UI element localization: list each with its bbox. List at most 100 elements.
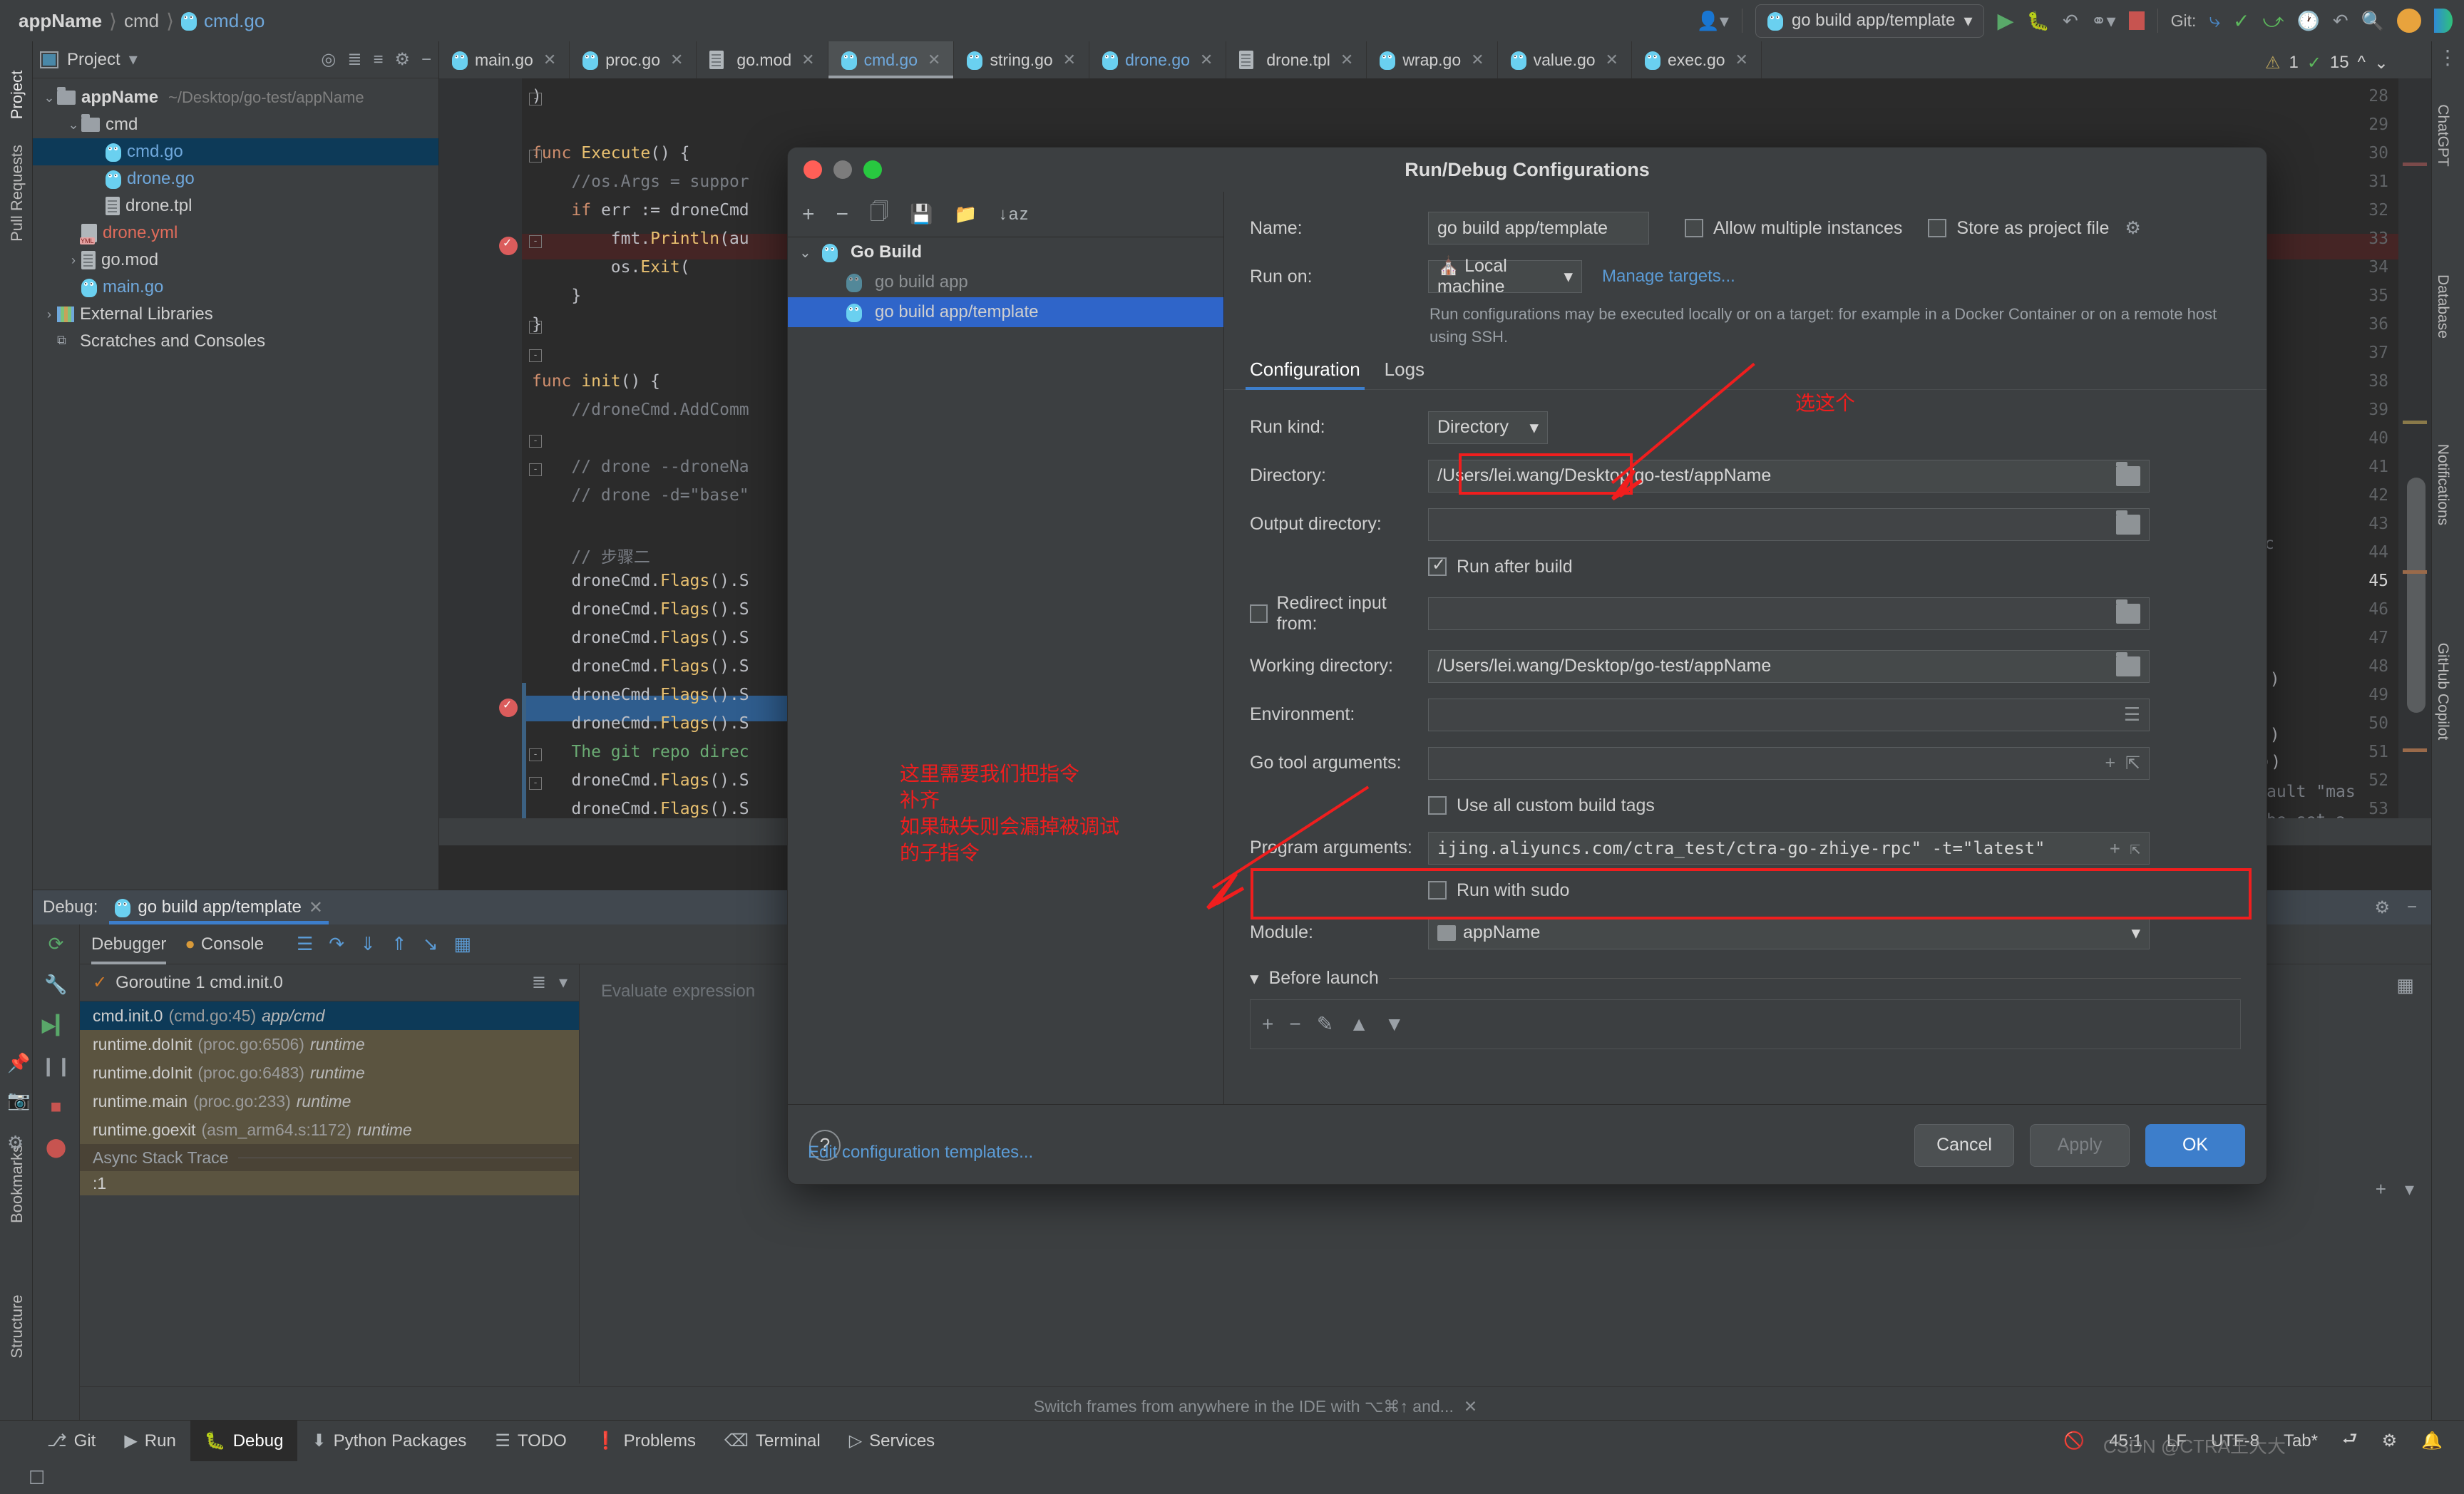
settings-wrench-icon[interactable]: 🔧 xyxy=(44,974,67,996)
rollback-icon[interactable]: ↶ xyxy=(2333,10,2348,32)
tree-item[interactable]: cmd.go xyxy=(33,138,438,165)
program-arguments-input[interactable]: ijing.aliyuncs.com/ctra_test/ctra-go-zhi… xyxy=(1428,831,2150,865)
evaluate-icon[interactable]: ▦ xyxy=(453,933,471,955)
insert-macro-icon[interactable]: + xyxy=(2110,838,2120,858)
tab-configuration[interactable]: Configuration xyxy=(1246,359,1365,390)
sidebar-item-github-copilot[interactable]: GitHub Copilot xyxy=(2434,627,2451,756)
bottom-tab-git[interactable]: ⎇ Git xyxy=(33,1421,110,1462)
editor-tab-cmd-go[interactable]: cmd.go ✕ xyxy=(828,41,955,78)
more-options-icon[interactable]: ⋮ xyxy=(2438,46,2458,69)
step-over-icon[interactable]: ↷ xyxy=(329,933,344,955)
redirect-input-checkbox[interactable]: Redirect input from: xyxy=(1250,593,1428,634)
run-config-item[interactable]: go build app/template xyxy=(788,297,1223,327)
close-icon[interactable]: ✕ xyxy=(309,897,323,918)
stop-icon[interactable]: ■ xyxy=(51,1096,62,1118)
edit-configuration-templates-link[interactable]: Edit configuration templates... xyxy=(808,1143,1033,1163)
edit-icon[interactable]: ✎ xyxy=(1317,1012,1333,1036)
folder-add-icon[interactable]: 📁 xyxy=(954,203,977,225)
store-as-project-file-checkbox[interactable]: Store as project file ⚙ xyxy=(1928,217,2141,239)
debug-icon[interactable]: 🐛 xyxy=(2027,10,2050,32)
fold-marker[interactable]: - xyxy=(529,93,542,105)
gear-icon[interactable]: ⚙ xyxy=(7,1132,24,1154)
editor-gutter[interactable] xyxy=(439,78,522,845)
next-problem-icon[interactable]: ⌄ xyxy=(2374,53,2388,73)
rerun-icon[interactable]: ↶ xyxy=(2063,10,2078,32)
gear-icon[interactable]: ⚙ xyxy=(2374,897,2390,918)
tree-item[interactable]: drone.go xyxy=(33,165,438,192)
close-icon[interactable]: ✕ xyxy=(928,51,940,69)
bottom-tab-run[interactable]: ▶ Run xyxy=(110,1421,190,1462)
environment-input[interactable]: ☰ xyxy=(1428,698,2150,731)
history-icon[interactable]: 🕐 xyxy=(2296,10,2319,32)
table-view-icon[interactable]: ▦ xyxy=(2396,974,2414,996)
breakpoint-marker[interactable] xyxy=(499,235,518,255)
cancel-button[interactable]: Cancel xyxy=(1914,1123,2014,1167)
close-icon[interactable]: ✕ xyxy=(801,51,814,69)
breadcrumb-project[interactable]: appName xyxy=(19,10,102,32)
allow-multiple-instances-checkbox[interactable]: Allow multiple instances xyxy=(1685,218,1902,239)
commit-icon[interactable]: ✓ xyxy=(2233,9,2249,33)
screenshot-icon[interactable]: 📷 xyxy=(7,1089,30,1111)
editor-tab-wrap-go[interactable]: wrap.go ✕ xyxy=(1367,41,1498,78)
close-icon[interactable]: ✕ xyxy=(1340,51,1353,69)
run-kind-combo[interactable]: Directory ▾ xyxy=(1428,411,1548,444)
browse-folder-icon[interactable] xyxy=(2116,651,2140,676)
name-input[interactable]: go build app/template xyxy=(1428,212,1649,244)
stack-frame-row[interactable]: runtime.main (proc.go:233) runtime xyxy=(80,1087,579,1116)
move-up-icon[interactable]: ▲ xyxy=(1349,1013,1369,1036)
chevron-down-icon[interactable]: ▾ xyxy=(129,49,138,70)
sidebar-item-notifications[interactable]: Notifications xyxy=(2434,421,2451,549)
hide-icon[interactable]: − xyxy=(2407,897,2417,918)
add-watch-icon[interactable]: + xyxy=(2376,1178,2386,1200)
chevron-down-icon[interactable]: ⌄ xyxy=(799,244,815,262)
pin-icon[interactable]: 📌 xyxy=(7,1052,30,1074)
goroutine-selector[interactable]: ✓ Goroutine 1 cmd.init.0 ≣ ▾ xyxy=(80,964,579,1001)
fold-marker[interactable]: - xyxy=(529,235,542,248)
user-icon[interactable]: 👤▾ xyxy=(1697,10,1729,32)
stack-frame-row[interactable]: runtime.goexit (asm_arm64.s:1172) runtime xyxy=(80,1116,579,1144)
rerun-icon[interactable]: ⟳ xyxy=(48,933,64,955)
tree-item[interactable]: drone.yml xyxy=(33,220,438,247)
go-tool-arguments-input[interactable]: + ⇱ xyxy=(1428,746,2150,780)
remove-icon[interactable]: − xyxy=(836,202,849,227)
chevron-down-icon[interactable]: ▾ xyxy=(559,972,568,993)
close-icon[interactable]: ✕ xyxy=(670,51,683,69)
insert-macro-icon[interactable]: + xyxy=(2105,753,2115,774)
before-launch-section[interactable]: ▾ Before launch xyxy=(1224,968,2267,989)
editor-tab-main-go[interactable]: main.go ✕ xyxy=(439,41,570,78)
async-stack-entry[interactable]: :1 xyxy=(80,1171,579,1195)
fold-marker[interactable]: - xyxy=(529,349,542,362)
browse-folder-icon[interactable] xyxy=(2116,510,2140,535)
indent-setting[interactable]: Tab* xyxy=(2284,1431,2318,1451)
inspections-icon[interactable]: ⚙ xyxy=(2382,1431,2398,1451)
sidebar-item-structure[interactable]: Structure xyxy=(8,1269,26,1384)
fold-marker[interactable]: - xyxy=(529,777,542,790)
mute-breakpoints-icon[interactable]: ⬤ xyxy=(46,1136,66,1158)
editor-tab-value-go[interactable]: value.go ✕ xyxy=(1498,41,1632,78)
resume-icon[interactable]: ▶▎ xyxy=(42,1014,71,1036)
bottom-tab-todo[interactable]: ☰ TODO xyxy=(481,1421,580,1462)
output-directory-input[interactable] xyxy=(1428,508,2150,541)
chevron-right-icon[interactable]: › xyxy=(66,253,81,268)
close-icon[interactable]: ✕ xyxy=(1063,51,1076,69)
run-configuration-selector[interactable]: go build app/template ▾ xyxy=(1755,4,1985,38)
debug-session-tab[interactable]: go build app/template ✕ xyxy=(109,890,329,924)
run-icon[interactable]: ▶ xyxy=(1997,9,2013,34)
add-icon[interactable]: + xyxy=(1262,1013,1273,1036)
editor-tab-exec-go[interactable]: exec.go ✕ xyxy=(1632,41,1762,78)
editor-scrollbar[interactable] xyxy=(2398,78,2431,845)
step-out-icon[interactable]: ⇑ xyxy=(391,933,407,955)
editor-tab-drone-go[interactable]: drone.go ✕ xyxy=(1089,41,1227,78)
working-directory-input[interactable]: /Users/lei.wang/Desktop/go-test/appName xyxy=(1428,649,2150,683)
run-to-cursor-icon[interactable]: ↘ xyxy=(423,933,438,955)
stack-frame-row[interactable]: cmd.init.0 (cmd.go:45) app/cmd xyxy=(80,1001,579,1030)
pause-icon[interactable]: ❙❙ xyxy=(41,1055,72,1077)
plugin-icon[interactable] xyxy=(2434,9,2453,33)
fold-marker[interactable]: - xyxy=(529,150,542,163)
tree-item[interactable]: drone.tpl xyxy=(33,192,438,220)
close-icon[interactable]: ✕ xyxy=(1735,51,1748,69)
browse-folder-icon[interactable] xyxy=(2116,461,2140,486)
close-icon[interactable]: ✕ xyxy=(1606,51,1618,69)
tab-console[interactable]: ● Console xyxy=(185,924,264,964)
breadcrumb-folder[interactable]: cmd xyxy=(124,10,159,32)
